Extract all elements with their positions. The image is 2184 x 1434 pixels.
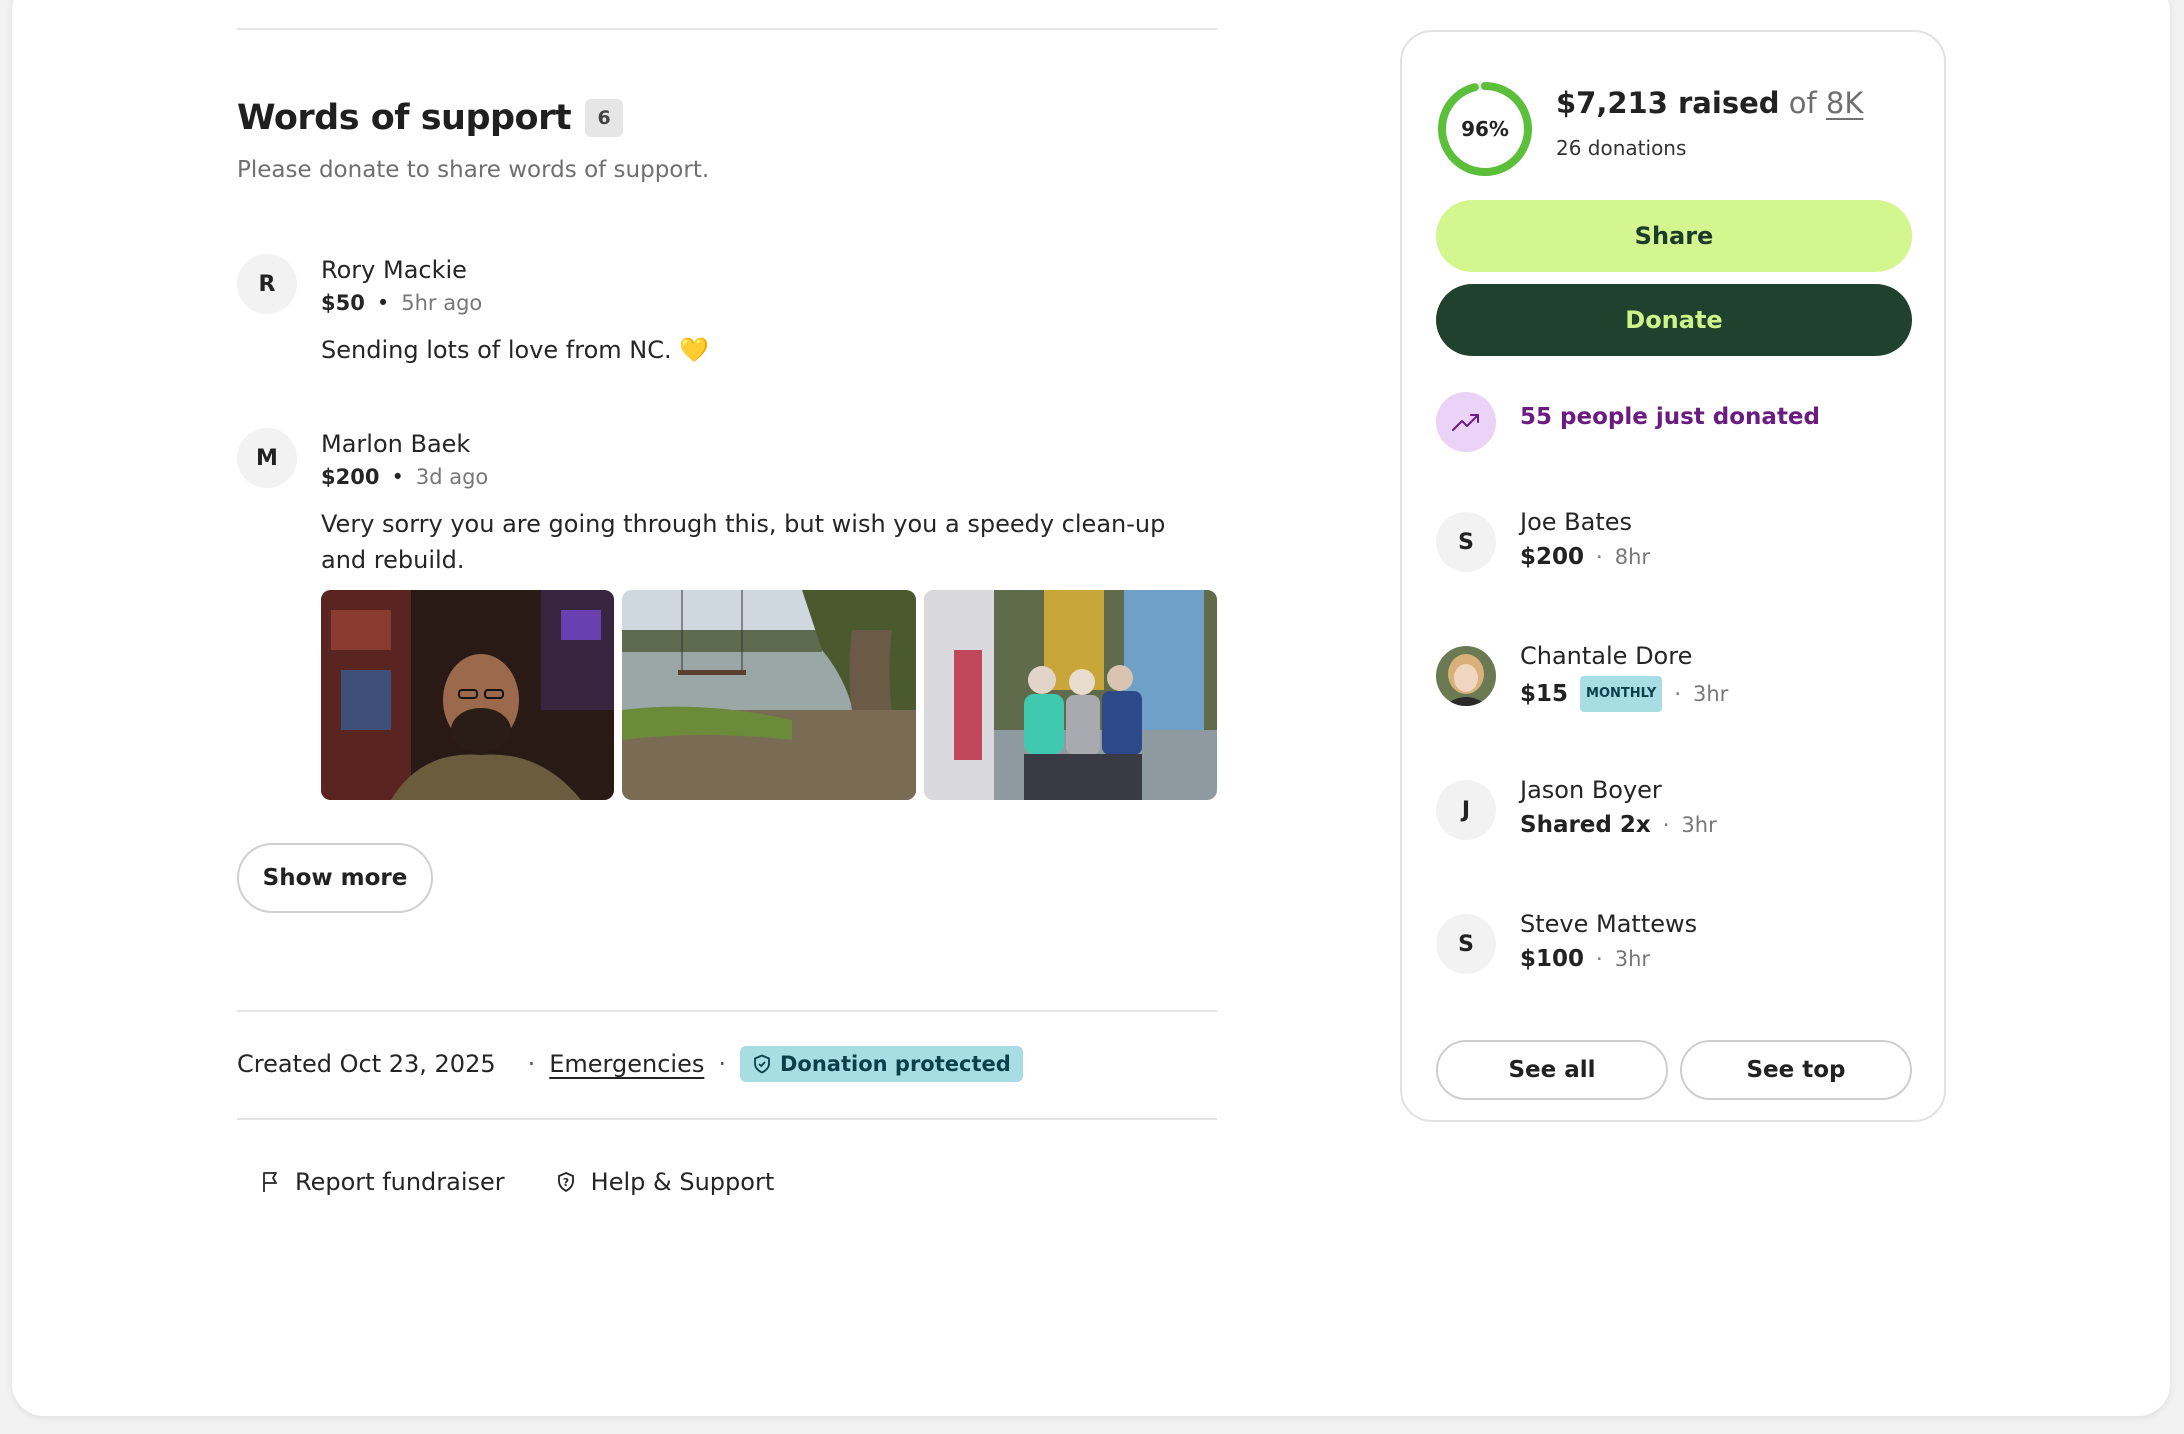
avatar: R (237, 254, 297, 314)
raised-amount: $7,213 raised (1556, 86, 1780, 120)
recent-donations-text: 55 people just donated (1520, 404, 1820, 430)
shield-icon (754, 1054, 770, 1074)
avatar: M (237, 428, 297, 488)
donor-meta: Shared 2x · 3hr (1520, 810, 1717, 840)
category-link[interactable]: Emergencies (549, 1050, 704, 1078)
donor-meta: $100 · 3hr (1520, 944, 1650, 974)
donor-name: Joe Bates (1520, 508, 1633, 536)
comment-meta: $50 • 5hr ago (321, 288, 1217, 318)
report-label: Report fundraiser (295, 1168, 505, 1196)
trending-icon (1436, 392, 1496, 452)
bullet: • (391, 465, 404, 489)
help-support-link[interactable]: ? Help & Support (555, 1168, 775, 1196)
photo-thumbnail-man[interactable] (321, 590, 615, 800)
section-subtitle: Please donate to share words of support. (237, 157, 710, 183)
separator-dot: · (1596, 947, 1603, 971)
donor-time: 8hr (1614, 545, 1651, 569)
see-all-button[interactable]: See all (1436, 1040, 1668, 1100)
donations-count: 26 donations (1556, 136, 1687, 160)
donor-time: 3hr (1693, 682, 1729, 706)
separator-dot: · (1596, 545, 1603, 569)
help-icon: ? (557, 1172, 574, 1193)
progress-percent: 96% (1461, 117, 1509, 141)
fundraiser-meta: Created Oct 23, 2025 · Emergencies · Don… (237, 1046, 1023, 1082)
donor-item: Chantale Dore $15 MONTHLY · 3hr (1436, 640, 1912, 712)
avatar: S (1436, 914, 1496, 974)
comment-meta: $200 • 3d ago (321, 462, 1217, 492)
protected-label: Donation protected (780, 1052, 1011, 1076)
amount-raised: $7,213 raised of 8K (1556, 86, 1863, 120)
divider (237, 1010, 1217, 1012)
commenter-name: Rory Mackie (321, 256, 467, 284)
of-label: of (1788, 86, 1817, 120)
avatar: J (1436, 780, 1496, 840)
comment-time: 3d ago (415, 465, 489, 489)
comment-photos (321, 590, 1217, 800)
donor-name: Jason Boyer (1520, 776, 1662, 804)
donor-amount: $15 (1520, 681, 1569, 707)
see-top-button[interactable]: See top (1680, 1040, 1912, 1100)
donation-amount: $200 (321, 465, 380, 489)
commenter-name: Marlon Baek (321, 430, 471, 458)
donor-time: 3hr (1681, 813, 1717, 837)
progress-ring: 96% (1438, 82, 1532, 176)
donor-name: Chantale Dore (1520, 642, 1693, 670)
donor-item: S Joe Bates $200 · 8hr (1436, 506, 1912, 576)
donor-shares: Shared 2x (1520, 812, 1651, 838)
help-label: Help & Support (590, 1168, 775, 1196)
photo-thumbnail-river[interactable] (622, 590, 916, 800)
separator-dot: · (527, 1050, 536, 1078)
donor-time: 3hr (1614, 947, 1651, 971)
donor-item: S Steve Mattews $100 · 3hr (1436, 908, 1912, 978)
donation-card: 96% $7,213 raised of 8K 26 donations Sha… (1400, 30, 1946, 1122)
separator-dot: · (1674, 682, 1681, 706)
monthly-badge: MONTHLY (1580, 676, 1663, 712)
share-button[interactable]: Share (1436, 200, 1912, 272)
comment-text: Very sorry you are going through this, b… (321, 510, 1166, 574)
separator-dot: · (718, 1050, 726, 1078)
donor-item: J Jason Boyer Shared 2x · 3hr (1436, 774, 1912, 844)
donation-protected-badge[interactable]: Donation protected (740, 1046, 1023, 1082)
donor-name: Steve Mattews (1520, 910, 1698, 938)
created-date: Created Oct 23, 2025 (237, 1050, 496, 1078)
svg-text:?: ? (562, 1176, 568, 1189)
report-fundraiser-link[interactable]: Report fundraiser (261, 1168, 505, 1196)
divider (237, 1118, 1217, 1120)
donor-meta: $15 MONTHLY · 3hr (1520, 676, 1728, 712)
donor-amount: $100 (1520, 946, 1585, 972)
avatar-photo (1436, 646, 1496, 706)
comment-time: 5hr ago (401, 291, 483, 315)
divider (237, 28, 1217, 30)
show-more-button[interactable]: Show more (237, 843, 433, 913)
separator-dot: · (1662, 813, 1670, 837)
photo-thumbnail-people[interactable] (923, 590, 1217, 800)
bullet: • (376, 291, 390, 315)
donor-meta: $200 · 8hr (1520, 542, 1650, 572)
comment-text: Sending lots of love from NC. 💛 (321, 336, 710, 364)
avatar: S (1436, 512, 1496, 572)
goal-amount[interactable]: 8K (1826, 86, 1863, 120)
donor-amount: $200 (1520, 544, 1585, 570)
section-title: Words of support (237, 98, 572, 138)
count-badge: 6 (585, 99, 624, 137)
donation-amount: $50 (321, 291, 365, 315)
footer-links: Report fundraiser ? Help & Support (261, 1168, 774, 1196)
words-of-support-header: Words of support 6 (237, 98, 624, 138)
flag-icon (263, 1172, 277, 1192)
donate-button[interactable]: Donate (1436, 284, 1912, 356)
